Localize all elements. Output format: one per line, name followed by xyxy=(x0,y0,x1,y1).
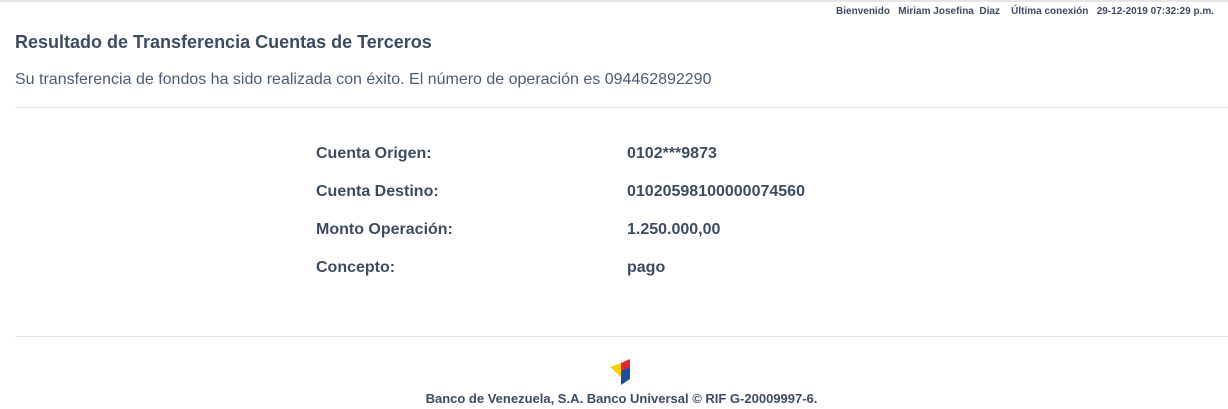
divider xyxy=(15,336,1228,337)
concept-value: pago xyxy=(627,259,666,276)
destination-account-label: Cuenta Destino: xyxy=(316,183,439,200)
page-title: Resultado de Transferencia Cuentas de Te… xyxy=(15,32,432,52)
user-name: Miriam Josefina Diaz xyxy=(898,6,1000,17)
divider xyxy=(15,107,1228,108)
last-login-label: Última conexión xyxy=(1011,6,1089,17)
top-border xyxy=(0,0,1228,2)
amount-value: 1.250.000,00 xyxy=(627,221,721,238)
destination-account-value: 01020598100000074560 xyxy=(627,183,805,200)
concept-label: Concepto: xyxy=(316,259,396,276)
session-info: Bienvenido Miriam Josefina Diaz Última c… xyxy=(836,6,1214,17)
last-login-value: 29-12-2019 07:32:29 p.m. xyxy=(1096,6,1214,17)
success-message: Su transferencia de fondos ha sido reali… xyxy=(15,71,712,88)
footer-legal-text: Banco de Venezuela, S.A. Banco Universal… xyxy=(425,391,818,406)
transfer-result-page: Bienvenido Miriam Josefina Diaz Última c… xyxy=(0,0,1228,409)
origin-account-label: Cuenta Origen: xyxy=(316,145,432,162)
origin-account-value: 0102***9873 xyxy=(627,145,717,162)
welcome-label: Bienvenido xyxy=(836,6,890,17)
amount-label: Monto Operación: xyxy=(316,221,453,238)
bank-logo-icon xyxy=(610,359,630,385)
